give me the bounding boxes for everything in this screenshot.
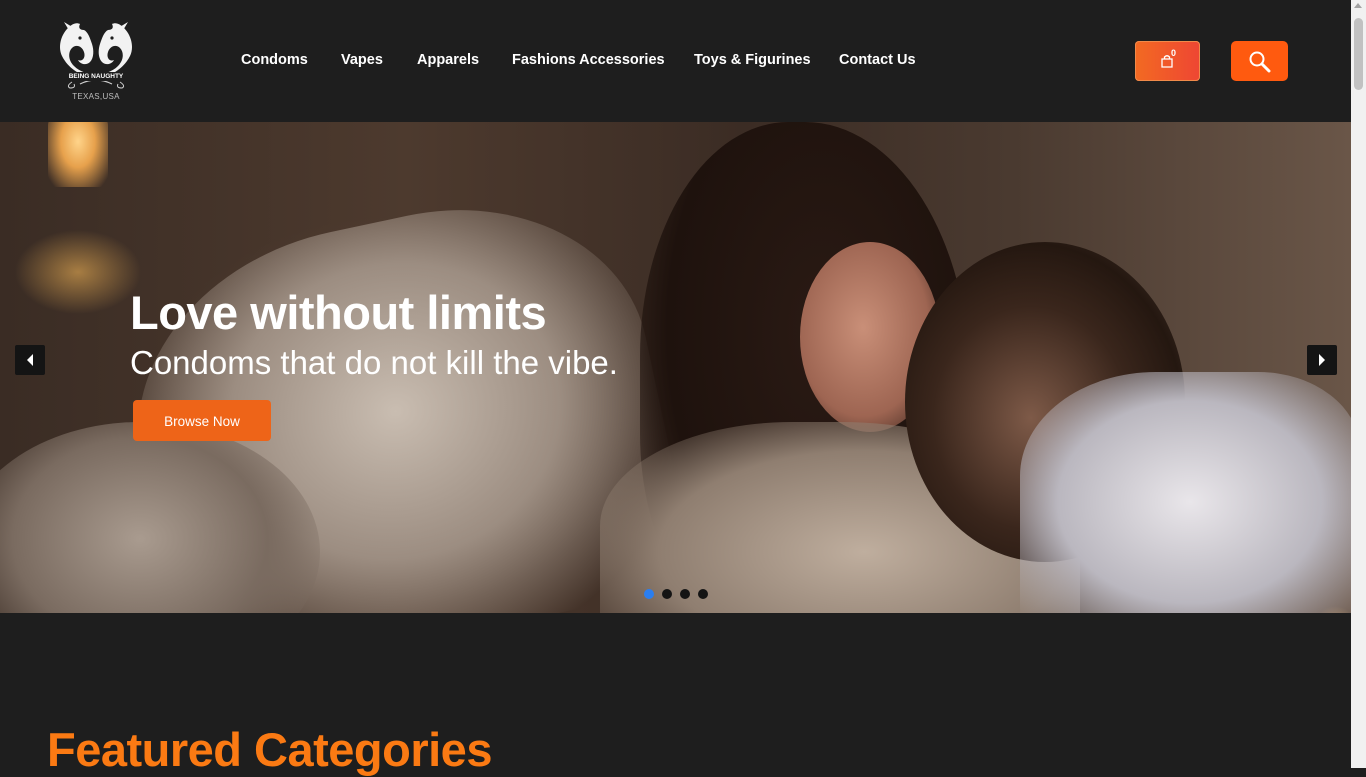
slider-dot-2[interactable] (662, 589, 672, 599)
nav-item-vapes[interactable]: Vapes (341, 52, 383, 68)
slider-dot-1[interactable] (644, 589, 654, 599)
nav-item-condoms[interactable]: Condoms (241, 52, 308, 68)
caret-right-icon (1319, 354, 1325, 366)
search-button[interactable] (1231, 41, 1288, 81)
cart-count-badge: 0 (1171, 48, 1177, 58)
browse-now-button[interactable]: Browse Now (133, 400, 271, 441)
page-scrollbar[interactable] (1351, 0, 1366, 768)
hero-title: Love without limits (130, 286, 547, 339)
slider-prev-button[interactable] (15, 345, 45, 375)
hero-man-shirt-shape (1020, 372, 1351, 613)
nav-item-fashions-accessories[interactable]: Fashions Accessories (512, 52, 665, 68)
nav-item-contact-us[interactable]: Contact Us (839, 52, 916, 68)
logo-wordmark: BEING NAUGHTY (50, 72, 142, 81)
search-icon (1249, 51, 1271, 73)
featured-categories-title: Featured Categories (47, 723, 492, 776)
site-header: BEING NAUGHTY TEXAS,USA Condoms Vapes Ap… (0, 0, 1351, 122)
scroll-up-arrow-icon[interactable] (1354, 3, 1362, 8)
nav-item-apparels[interactable]: Apparels (417, 52, 479, 68)
logo[interactable]: BEING NAUGHTY TEXAS,USA (50, 18, 142, 104)
cart-button[interactable]: 0 (1135, 41, 1200, 81)
logo-location: TEXAS,USA (72, 92, 120, 101)
hero-subtitle: Condoms that do not kill the vibe. (130, 344, 618, 381)
hero-slider: Love without limits Condoms that do not … (0, 122, 1351, 613)
hero-candle-shape (48, 122, 108, 187)
scrollbar-thumb[interactable] (1354, 18, 1363, 90)
nav-item-toys-figurines[interactable]: Toys & Figurines (694, 52, 811, 68)
slider-dot-3[interactable] (680, 589, 690, 599)
slider-next-button[interactable] (1307, 345, 1337, 375)
slider-dot-4[interactable] (698, 589, 708, 599)
caret-left-icon (27, 354, 33, 366)
